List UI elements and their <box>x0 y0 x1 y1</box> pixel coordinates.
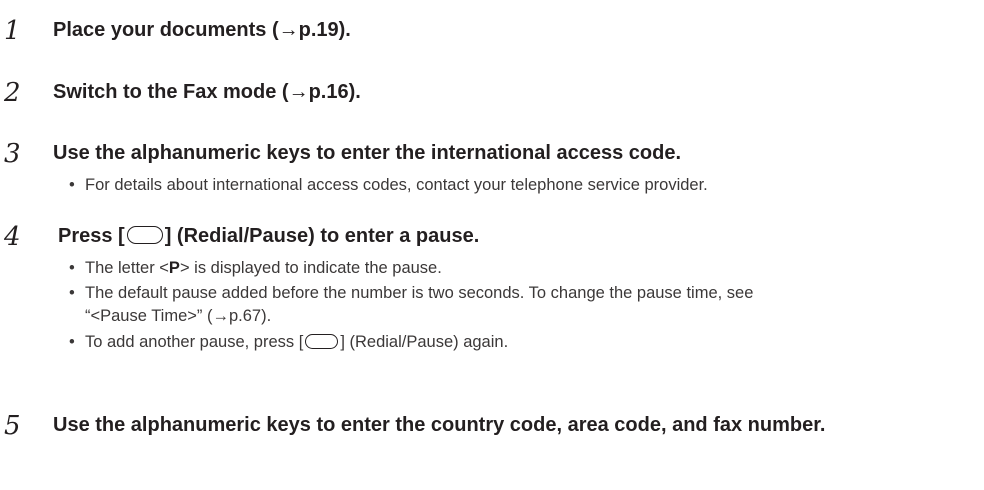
step-title: Press [ ] (Redial/Pause) to enter a pause… <box>58 222 974 250</box>
step-number: 4 <box>4 222 21 252</box>
title-after: ] (Redial/Pause) to enter a pause. <box>164 225 480 247</box>
bullet-text-after: > is displayed to indicate the pause. <box>179 259 442 277</box>
bullet-text-before: The letter < <box>85 259 169 277</box>
step-bullet: • The default pause added before the num… <box>69 282 980 328</box>
bullet-text: The default pause added before the numbe… <box>85 284 754 325</box>
bullet-text: For details about international access c… <box>85 176 708 194</box>
step-title: Place your documents (→p.19). <box>53 19 351 41</box>
bullet-text-bold: P <box>168 259 180 277</box>
bullet-dot: • <box>69 284 75 302</box>
step-number: 5 <box>4 411 21 441</box>
bullet-dot: • <box>69 176 75 194</box>
step-title: Use the alphanumeric keys to enter the c… <box>53 414 826 436</box>
redial-pause-key-icon <box>126 226 163 244</box>
step-title: Use the alphanumeric keys to enter the i… <box>53 142 681 164</box>
redial-pause-key-icon <box>305 334 339 349</box>
bullet-dot: • <box>69 333 75 351</box>
title-before: Press [ <box>58 225 125 247</box>
step-number: 3 <box>4 139 21 169</box>
bullet-text-after: ] (Redial/Pause) again. <box>340 333 509 351</box>
bullet-text: The letter <P> is displayed to indicate … <box>69 257 980 280</box>
step-number: 1 <box>4 16 21 46</box>
step-bullet: • For details about international access… <box>69 174 980 197</box>
bullet-text: To add another pause, press [ ] (Redial/P… <box>69 331 980 354</box>
step-title: Switch to the Fax mode (→p.16). <box>53 81 361 103</box>
step-bullet: • The letter <P> is displayed to indicat… <box>69 257 980 280</box>
step-number: 2 <box>4 78 21 108</box>
step-bullet: • To add another pause, press [ ] (Redial… <box>69 331 980 354</box>
bullet-dot: • <box>69 259 75 277</box>
bullet-text-before: To add another pause, press [ <box>85 333 304 351</box>
